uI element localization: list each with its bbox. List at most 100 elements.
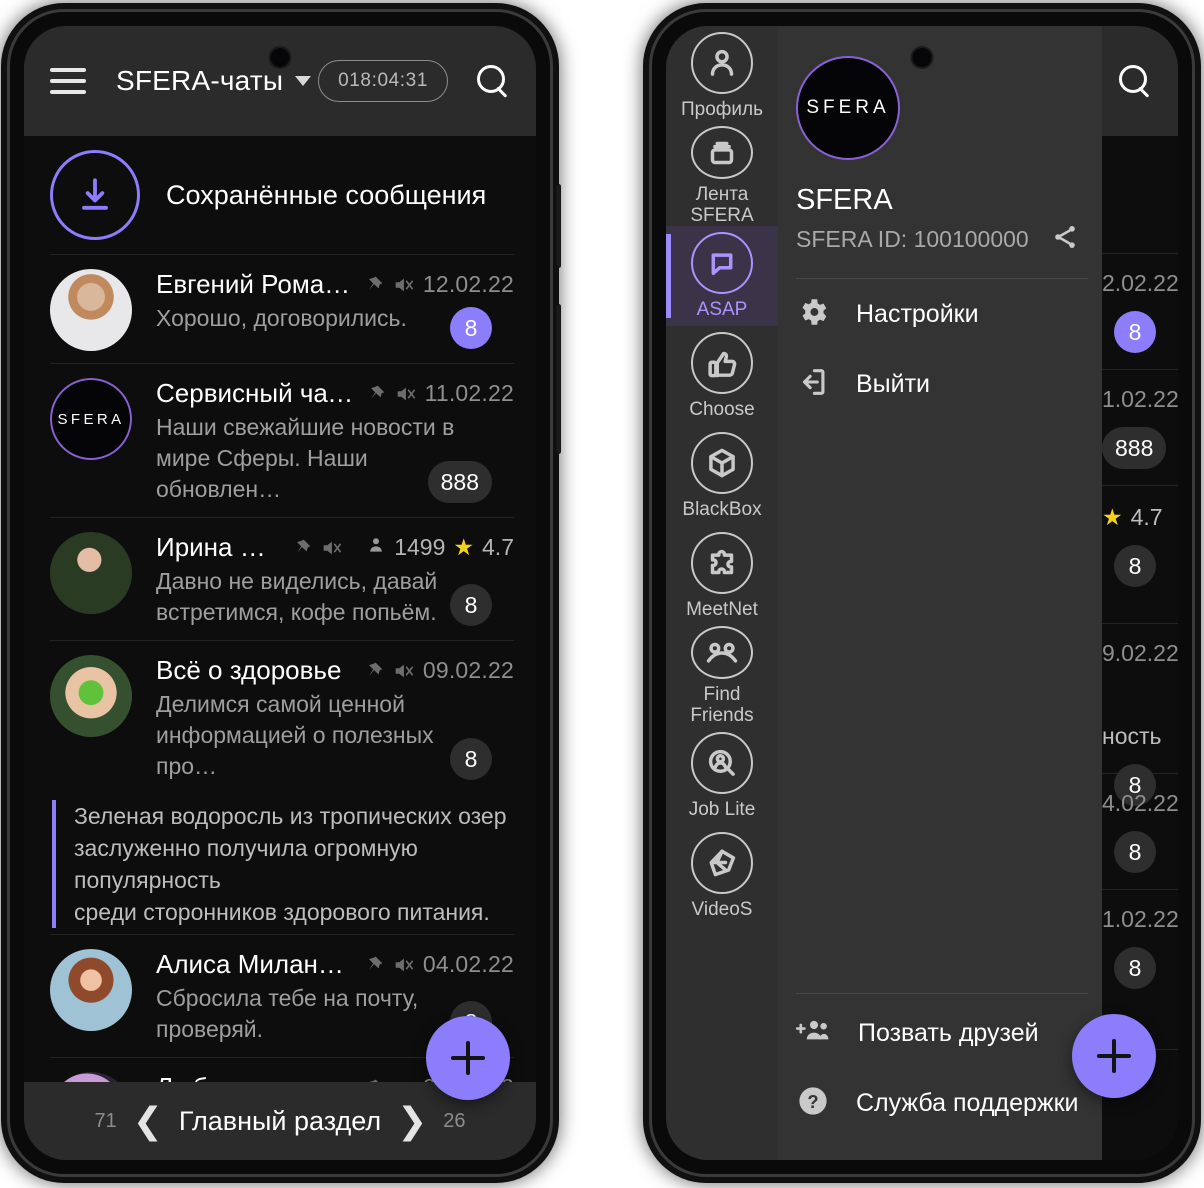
drawer-item-label: Выйти xyxy=(856,369,931,398)
sfera-logo-text: SFERA xyxy=(806,97,890,118)
saved-messages-row[interactable]: Сохранённые сообщения xyxy=(24,136,536,254)
menu-icon[interactable] xyxy=(50,68,86,94)
nav-rail-label: BlackBox xyxy=(682,499,762,520)
unread-badge: 8 xyxy=(450,738,492,780)
unread-badge: 8 xyxy=(1114,831,1156,873)
chat-list-item[interactable]: SFERAСервисный чат SFERA11.02.22Наши све… xyxy=(24,364,536,517)
avatar[interactable] xyxy=(50,532,132,614)
bottom-right-count: 26 xyxy=(443,1109,466,1132)
nav-rail-item-meetnet[interactable]: MeetNet xyxy=(666,526,778,626)
avatar[interactable] xyxy=(50,269,132,351)
drawer-item-label: Служба поддержки xyxy=(856,1088,1079,1117)
camera-notch-icon xyxy=(912,48,932,67)
star-icon: ★ xyxy=(453,534,475,560)
unread-badge: 888 xyxy=(427,461,492,503)
chat-preview: Давно не виделись, давай встретимся, коф… xyxy=(156,568,438,625)
avatar[interactable]: SFERA xyxy=(50,378,132,460)
find-friends-icon xyxy=(691,626,753,679)
gear-icon xyxy=(796,295,830,334)
rating-value: 4.7 xyxy=(1130,504,1163,530)
unread-badge: 8 xyxy=(1114,947,1156,989)
share-icon[interactable] xyxy=(1051,223,1079,256)
nav-rail-item-blackbox[interactable]: BlackBox xyxy=(666,426,778,526)
drawer-item-logout[interactable]: Выйти xyxy=(778,349,1102,419)
chat-flags xyxy=(292,537,342,559)
chat-name: Всё о здоровье xyxy=(156,655,342,685)
chat-flags xyxy=(364,954,414,976)
chat-list-item[interactable]: Ирина Киш 1499 ★ 4.7 Давно не виделись, дава… xyxy=(24,518,536,640)
nav-rail-label: MeetNet xyxy=(686,599,758,620)
chat-date: 09.02.22 xyxy=(422,657,514,683)
nav-rail-item-job-lite[interactable]: Job Lite xyxy=(666,726,778,826)
side-button-volume[interactable] xyxy=(556,184,561,268)
chat-name: Сервисный чат SFERA xyxy=(156,378,356,408)
chat-date: 1.02.22 xyxy=(1102,386,1178,412)
bottom-left-count: 71 xyxy=(94,1109,117,1132)
chat-preview: Делимся самой ценной информацией о полез… xyxy=(156,691,434,779)
new-chat-fab[interactable] xyxy=(426,1016,510,1100)
chevron-left-icon[interactable]: ❮ xyxy=(133,1103,163,1139)
chat-list-item-partial: 1.02.22 888 xyxy=(1102,370,1178,486)
account-drawer: SFERA SFERA SFERA ID: 100100000 Настройк… xyxy=(778,26,1102,1160)
unread-badge: 8 xyxy=(1114,311,1156,353)
cube-icon xyxy=(691,432,753,494)
chat-bubble-icon xyxy=(691,232,753,294)
nav-rail-item-профиль[interactable]: Профиль xyxy=(666,26,778,126)
session-timer: 018:04:31 xyxy=(318,60,448,102)
camera-notch-icon xyxy=(270,48,290,67)
chat-date: 9.02.22 xyxy=(1102,640,1178,666)
chat-preview: Хорошо, договорились. xyxy=(156,305,407,331)
chat-date: 1.02.22 xyxy=(1102,906,1178,932)
chat-list-item[interactable]: Всё о здоровье 09.02.22 Делимся самой ценн… xyxy=(24,641,536,794)
drawer-item-label: Позвать друзей xyxy=(858,1018,1039,1047)
nav-rail-item-videos[interactable]: VideoS xyxy=(666,826,778,926)
divider xyxy=(796,993,1088,994)
unread-badge: 8 xyxy=(1114,545,1156,587)
help-icon: ? xyxy=(796,1084,830,1123)
drawer-item-settings[interactable]: Настройки xyxy=(778,279,1102,349)
avatar[interactable]: SFERA xyxy=(796,56,900,160)
download-icon xyxy=(50,150,140,240)
members-icon xyxy=(366,535,386,560)
nav-rail-item-asap[interactable]: ASAP xyxy=(666,226,778,326)
chat-flags xyxy=(364,660,414,682)
svg-text:?: ? xyxy=(807,1091,818,1112)
nav-rail-item-лента-sfera[interactable]: Лента SFERA xyxy=(666,126,778,226)
feed-icon xyxy=(691,126,753,179)
add-people-icon xyxy=(795,1015,832,1052)
chat-list-behind-drawer: 2.02.22 8 1.02.22 888 ★ 4.7 8 9.02.22 ность 8 4.02… xyxy=(1102,136,1178,1160)
job-search-icon xyxy=(691,732,753,794)
bottom-section-label[interactable]: Главный раздел xyxy=(179,1106,381,1137)
avatar[interactable] xyxy=(50,949,132,1031)
chat-date: 04.02.22 xyxy=(422,951,514,977)
drawer-item-support[interactable]: ? Служба поддержки xyxy=(778,1068,1102,1138)
nav-rail-label: VideoS xyxy=(691,899,753,920)
nav-rail-item-find-friends[interactable]: Find Friends xyxy=(666,626,778,726)
navigation-rail[interactable]: Профиль Лента SFERA ASAP Choose BlackBox MeetN… xyxy=(666,26,778,1160)
chat-list-item[interactable]: Евгений Ромашкин 12.02.22 Хорошо, договори… xyxy=(24,255,536,363)
nav-rail-item-choose[interactable]: Choose xyxy=(666,326,778,426)
nav-rail-label: Job Lite xyxy=(688,799,756,820)
avatar[interactable] xyxy=(50,655,132,737)
unread-badge: 888 xyxy=(1102,427,1167,469)
search-icon[interactable] xyxy=(1118,64,1152,99)
logout-icon xyxy=(796,365,830,404)
chevron-down-icon[interactable] xyxy=(295,76,312,86)
chat-list[interactable]: Сохранённые сообщения Евгений Ромашкин 12… xyxy=(24,136,536,1160)
chat-date: 12.02.22 xyxy=(422,271,514,297)
chat-list-item-partial: 9.02.22 ность 8 xyxy=(1102,624,1178,806)
chat-list-item-partial xyxy=(1102,136,1178,254)
side-button-power[interactable] xyxy=(556,304,561,454)
rating-value: 4.7 xyxy=(482,534,514,560)
new-chat-fab[interactable] xyxy=(1072,1014,1156,1098)
chat-list-item-partial: ★ 4.7 8 xyxy=(1102,486,1178,624)
phone-screen-right: 2.02.22 8 1.02.22 888 ★ 4.7 8 9.02.22 ность 8 4.02… xyxy=(666,26,1178,1160)
phone-screen-left: SFERA-чаты 018:04:31 Сохранённые сообщен… xyxy=(24,26,536,1160)
profile-icon xyxy=(691,32,753,94)
search-icon[interactable] xyxy=(476,64,510,99)
chevron-right-icon[interactable]: ❯ xyxy=(397,1103,427,1139)
account-id-row: SFERA ID: 100100000 xyxy=(796,223,1102,256)
nav-rail-label: Лента SFERA xyxy=(690,184,754,226)
chat-date: 2.02.22 xyxy=(1102,270,1178,296)
drawer-item-invite-friends[interactable]: Позвать друзей xyxy=(778,998,1102,1068)
